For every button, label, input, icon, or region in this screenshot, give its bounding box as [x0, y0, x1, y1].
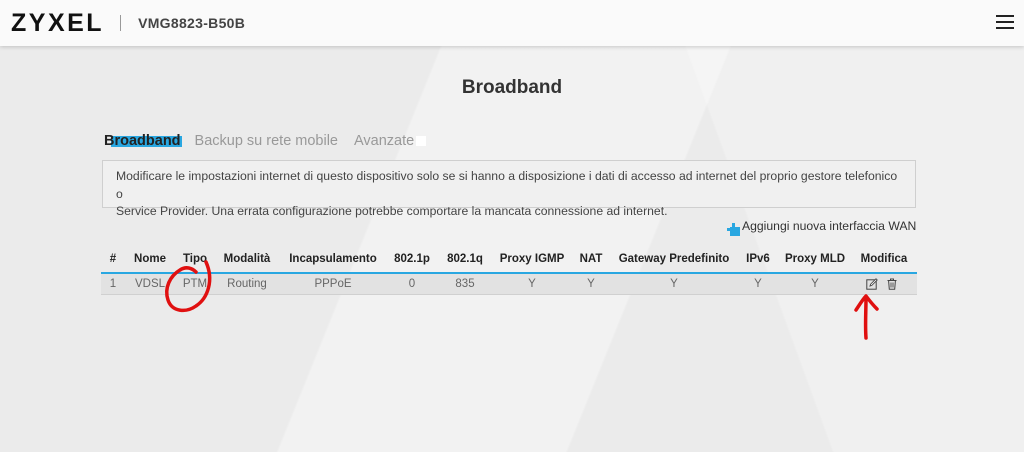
tab-mobile-backup[interactable]: Backup su rete mobile: [195, 133, 338, 149]
wan-interface-table: # Nome Tipo Modalità Incapsulamento 802.…: [101, 250, 917, 295]
table-cell: PTM: [182, 278, 208, 290]
device-model: VMG8823-B50B: [138, 15, 246, 31]
add-wan-label: Aggiungi nuova interfaccia WAN: [742, 219, 917, 233]
table-cell: VDSL: [134, 278, 166, 290]
table-cell: Y: [811, 278, 819, 290]
plus-icon: [727, 222, 740, 236]
column-header: #: [109, 253, 117, 265]
table-cell: Routing: [227, 278, 267, 290]
top-bar: ZYXEL VMG8823-B50B: [0, 0, 1024, 46]
column-header: Proxy MLD: [784, 253, 846, 265]
column-header: Tipo: [182, 253, 208, 265]
table-header: # Nome Tipo Modalità Incapsulamento 802.…: [101, 250, 917, 274]
column-header: Modalità: [223, 253, 271, 265]
column-header: Nome: [134, 253, 166, 265]
info-line-1: Modificare le impostazioni internet di q…: [116, 169, 898, 201]
column-header: NAT: [579, 253, 603, 265]
table-cell: Y: [528, 278, 536, 290]
column-header: Gateway Predefinito: [618, 253, 730, 265]
table-row[interactable]: 1 VDSL PTM Routing PPPoE 0 835 Y Y Y Y Y: [101, 274, 917, 295]
hamburger-menu-icon[interactable]: [996, 15, 1014, 29]
tab-label: Backup su rete mobile: [194, 133, 338, 149]
table-cell: Y: [754, 278, 762, 290]
info-line-2: Service Provider. Una errata configurazi…: [116, 204, 668, 218]
tab-broadband[interactable]: Broadband: [104, 133, 182, 149]
column-header: Incapsulamento: [289, 253, 377, 265]
table-cell: Y: [670, 278, 678, 290]
info-notice: Modificare le impostazioni internet di q…: [102, 160, 916, 218]
tab-label: Avanzate: [354, 133, 415, 149]
table-cell: Y: [587, 278, 595, 290]
table-cell: 835: [455, 278, 475, 290]
edit-icon[interactable]: [866, 278, 878, 290]
column-header: 802.1q: [447, 253, 483, 265]
column-header: Proxy IGMP: [499, 253, 565, 265]
zyxel-logo[interactable]: ZYXEL: [11, 9, 104, 38]
page-title: Broadband: [461, 77, 563, 98]
trash-icon[interactable]: [886, 278, 898, 290]
table-cell: 1: [109, 278, 117, 290]
column-header: 802.1p: [394, 253, 430, 265]
header-divider: [120, 15, 122, 31]
column-header: IPv6: [746, 253, 770, 265]
table-cell: 0: [408, 278, 416, 290]
red-arrow-annotation: [854, 294, 879, 340]
tab-bar: Broadband Backup su rete mobile Avanzate: [104, 133, 436, 149]
add-wan-interface-button[interactable]: Aggiungi nuova interfaccia WAN: [727, 219, 917, 236]
column-header: Modifica: [860, 253, 908, 265]
tab-label: Broadband: [104, 133, 181, 149]
tab-advanced[interactable]: Avanzate: [354, 133, 427, 149]
table-cell: PPPoE: [314, 278, 352, 290]
